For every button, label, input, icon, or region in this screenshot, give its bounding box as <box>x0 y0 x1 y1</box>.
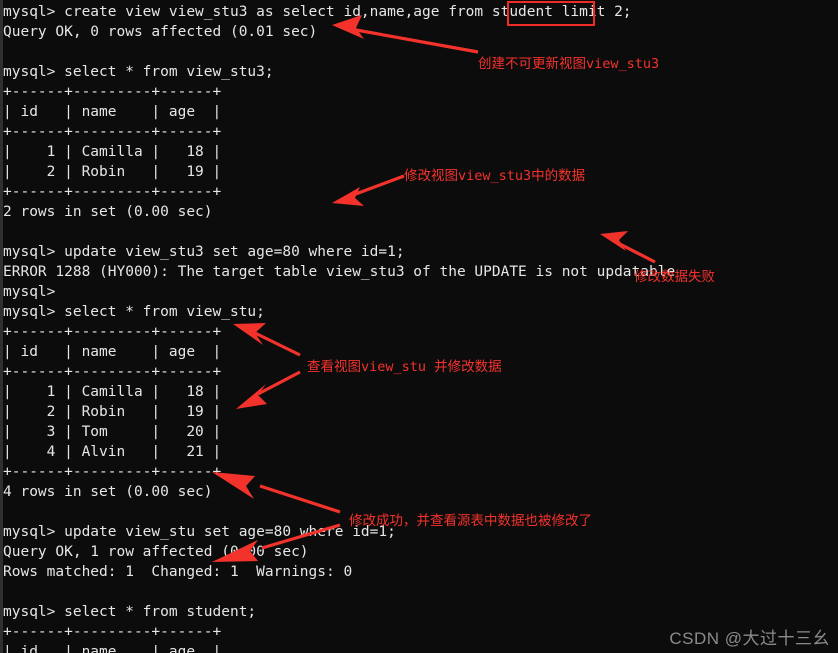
terminal-line: | 1 | Camilla | 18 | <box>3 384 222 400</box>
terminal-line: mysql> <box>3 284 56 300</box>
terminal-line: mysql> select * from view_stu3; <box>3 64 274 80</box>
terminal-line: +------+---------+------+ <box>3 464 222 480</box>
terminal-window: mysql> create view view_stu3 as select i… <box>0 0 838 653</box>
terminal-line: 4 rows in set (0.00 sec) <box>3 484 213 500</box>
annotation-label: 修改成功，并查看源表中数据也被修改了 <box>349 513 592 529</box>
terminal-line: mysql> select * from student; <box>3 604 257 620</box>
terminal-line: | 4 | Alvin | 21 | <box>3 444 222 460</box>
terminal-line: mysql> update view_stu3 set age=80 where… <box>3 244 405 260</box>
terminal-line: Query OK, 0 rows affected (0.01 sec) <box>3 24 318 40</box>
annotation-label: 修改数据失败 <box>634 269 715 285</box>
terminal-line: | 3 | Tom | 20 | <box>3 424 222 440</box>
terminal-line: Query OK, 1 row affected (0.00 sec) <box>3 544 309 560</box>
annotation-label: 创建不可更新视图view_stu3 <box>478 56 660 72</box>
terminal-line: | 2 | Robin | 19 | <box>3 404 222 420</box>
limit-clause-highlight-box <box>507 1 595 26</box>
terminal-line: | 1 | Camilla | 18 | <box>3 144 222 160</box>
annotation-label: 修改视图view_stu3中的数据 <box>404 168 586 184</box>
csdn-watermark: CSDN @大过十三幺 <box>669 629 830 648</box>
terminal-line: | id | name | age | <box>3 104 222 120</box>
terminal-line: +------+---------+------+ <box>3 324 222 340</box>
terminal-line: mysql> create view view_stu3 as select i… <box>3 4 632 20</box>
annotation-label: 查看视图view_stu 并修改数据 <box>307 359 502 375</box>
terminal-output[interactable]: mysql> create view view_stu3 as select i… <box>3 2 838 653</box>
terminal-line: 2 rows in set (0.00 sec) <box>3 204 213 220</box>
terminal-line: mysql> select * from view_stu; <box>3 304 265 320</box>
terminal-line: +------+---------+------+ <box>3 184 222 200</box>
terminal-line: +------+---------+------+ <box>3 84 222 100</box>
terminal-line: +------+---------+------+ <box>3 124 222 140</box>
terminal-line: Rows matched: 1 Changed: 1 Warnings: 0 <box>3 564 353 580</box>
